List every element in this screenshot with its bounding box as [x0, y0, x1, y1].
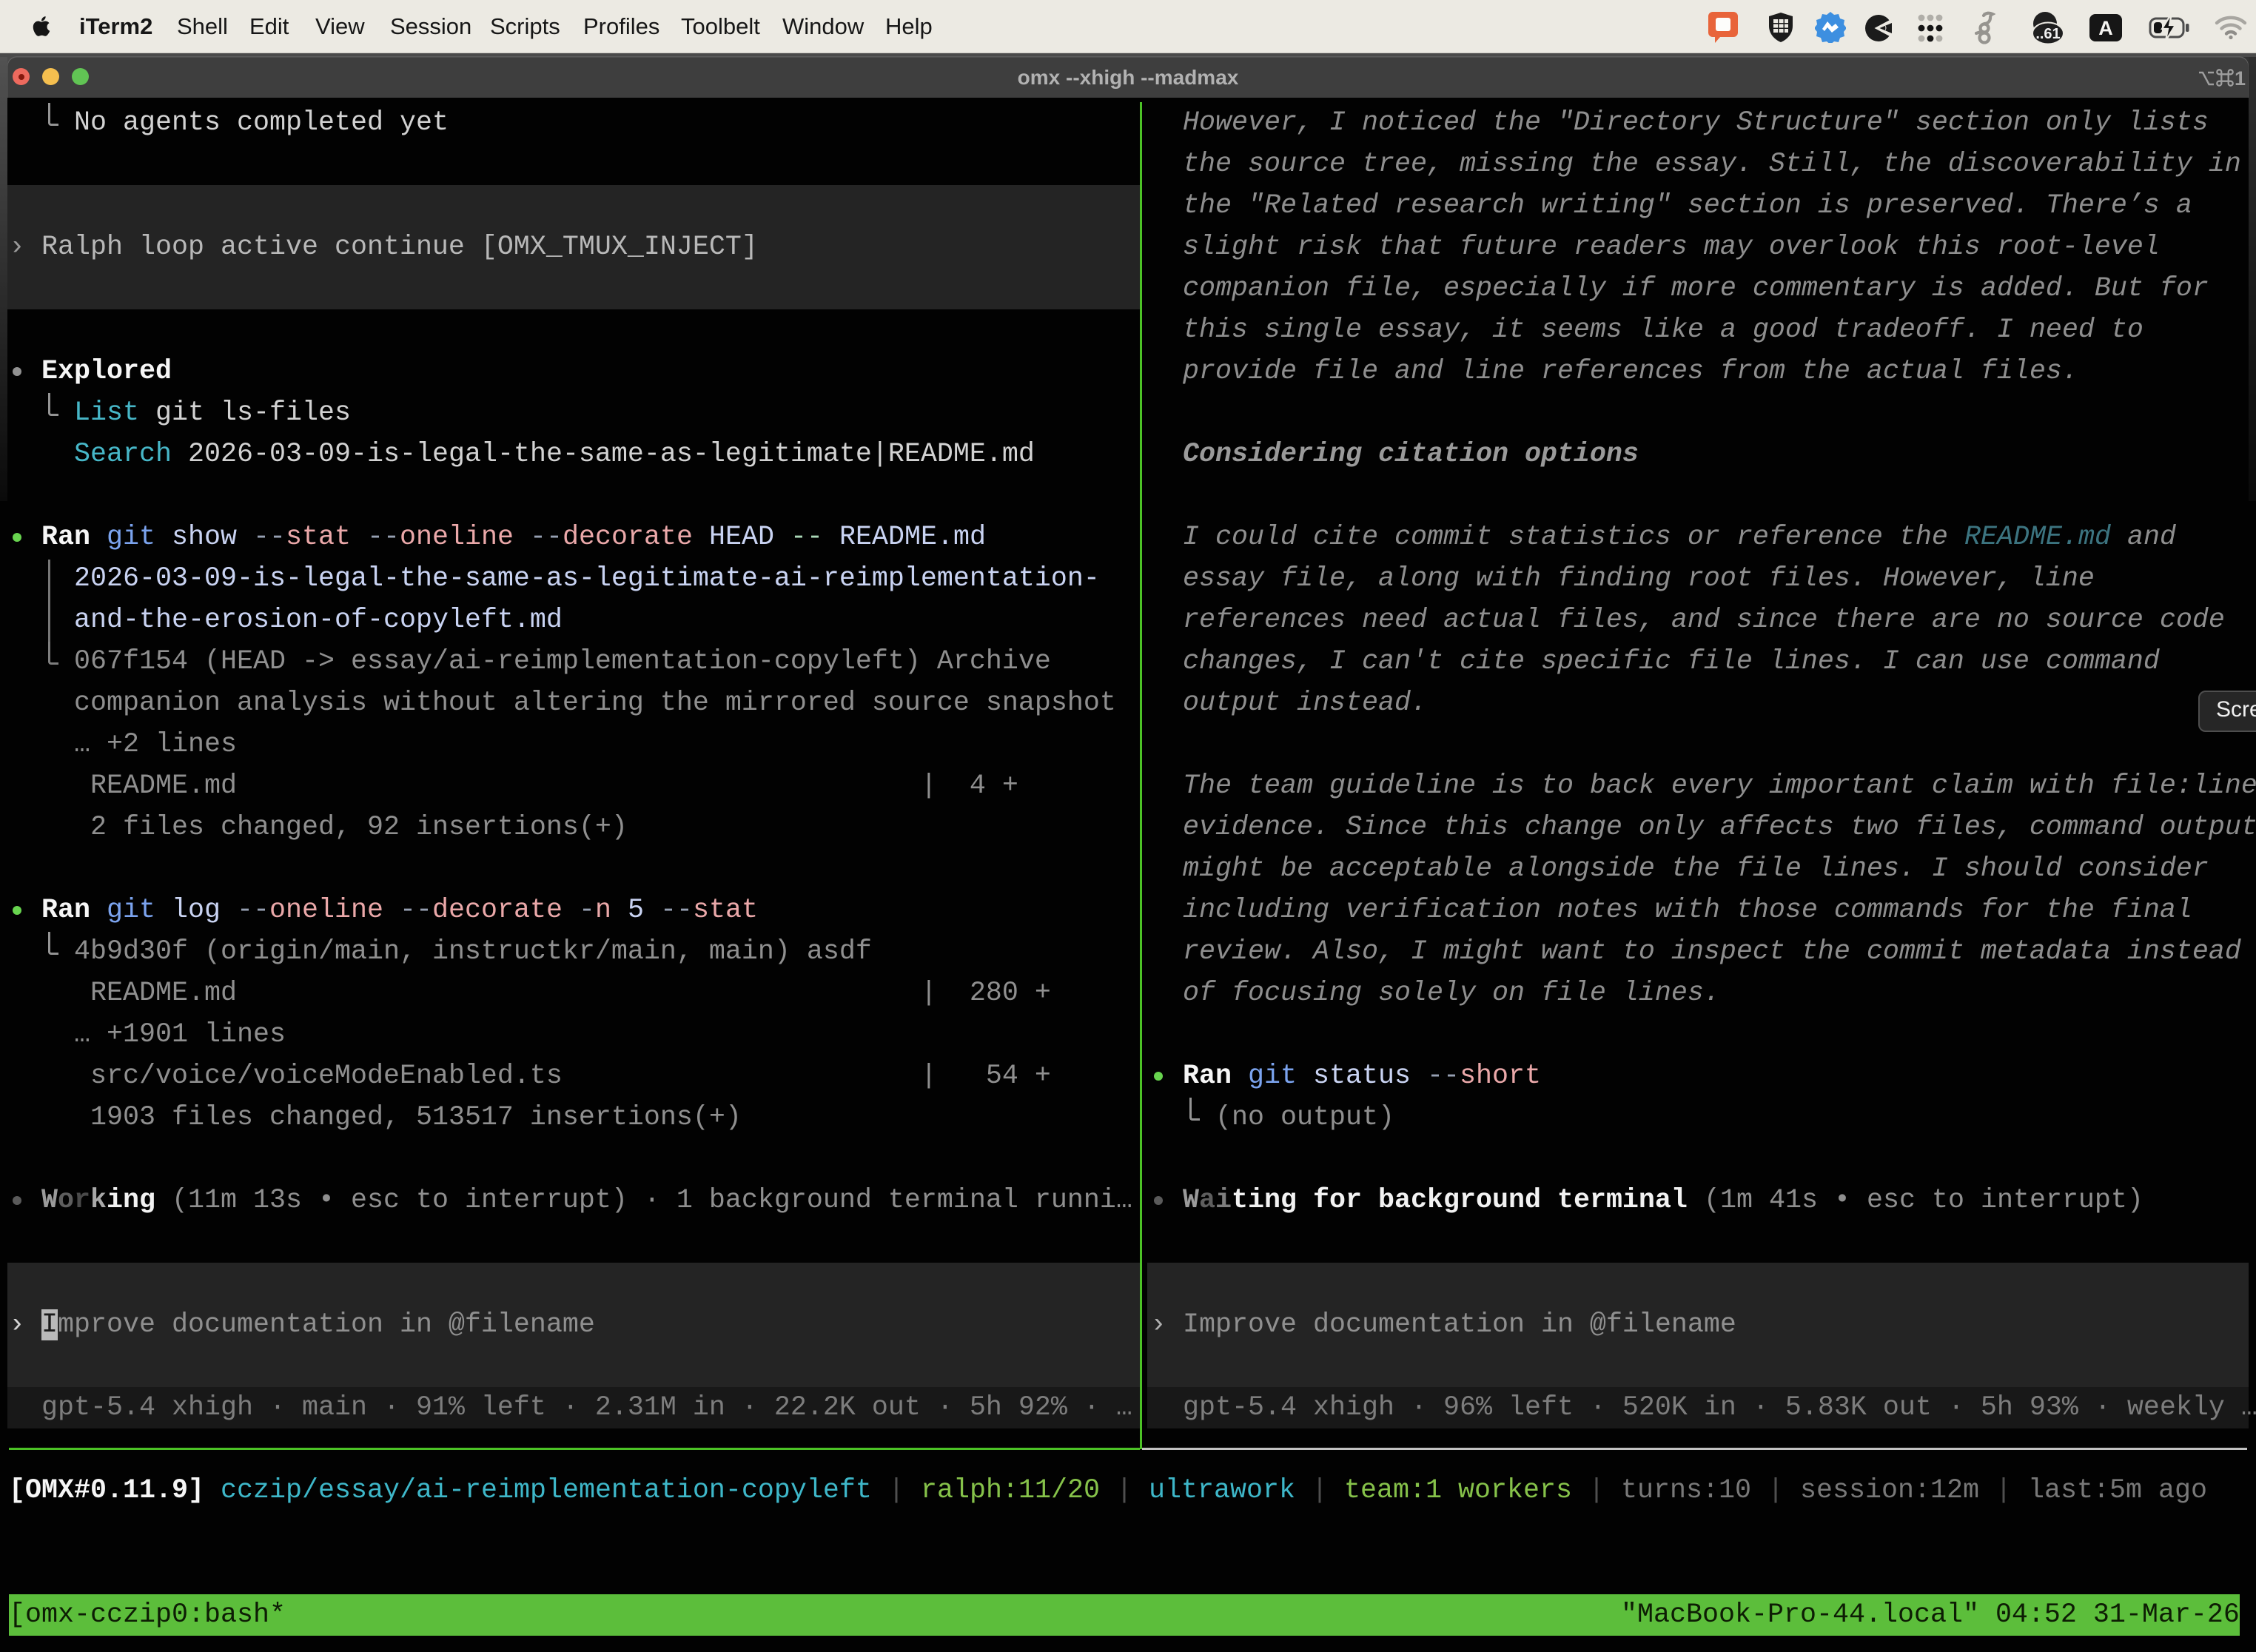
svg-text:A: A — [2098, 17, 2113, 39]
svg-text:..61: ..61 — [2035, 26, 2060, 42]
